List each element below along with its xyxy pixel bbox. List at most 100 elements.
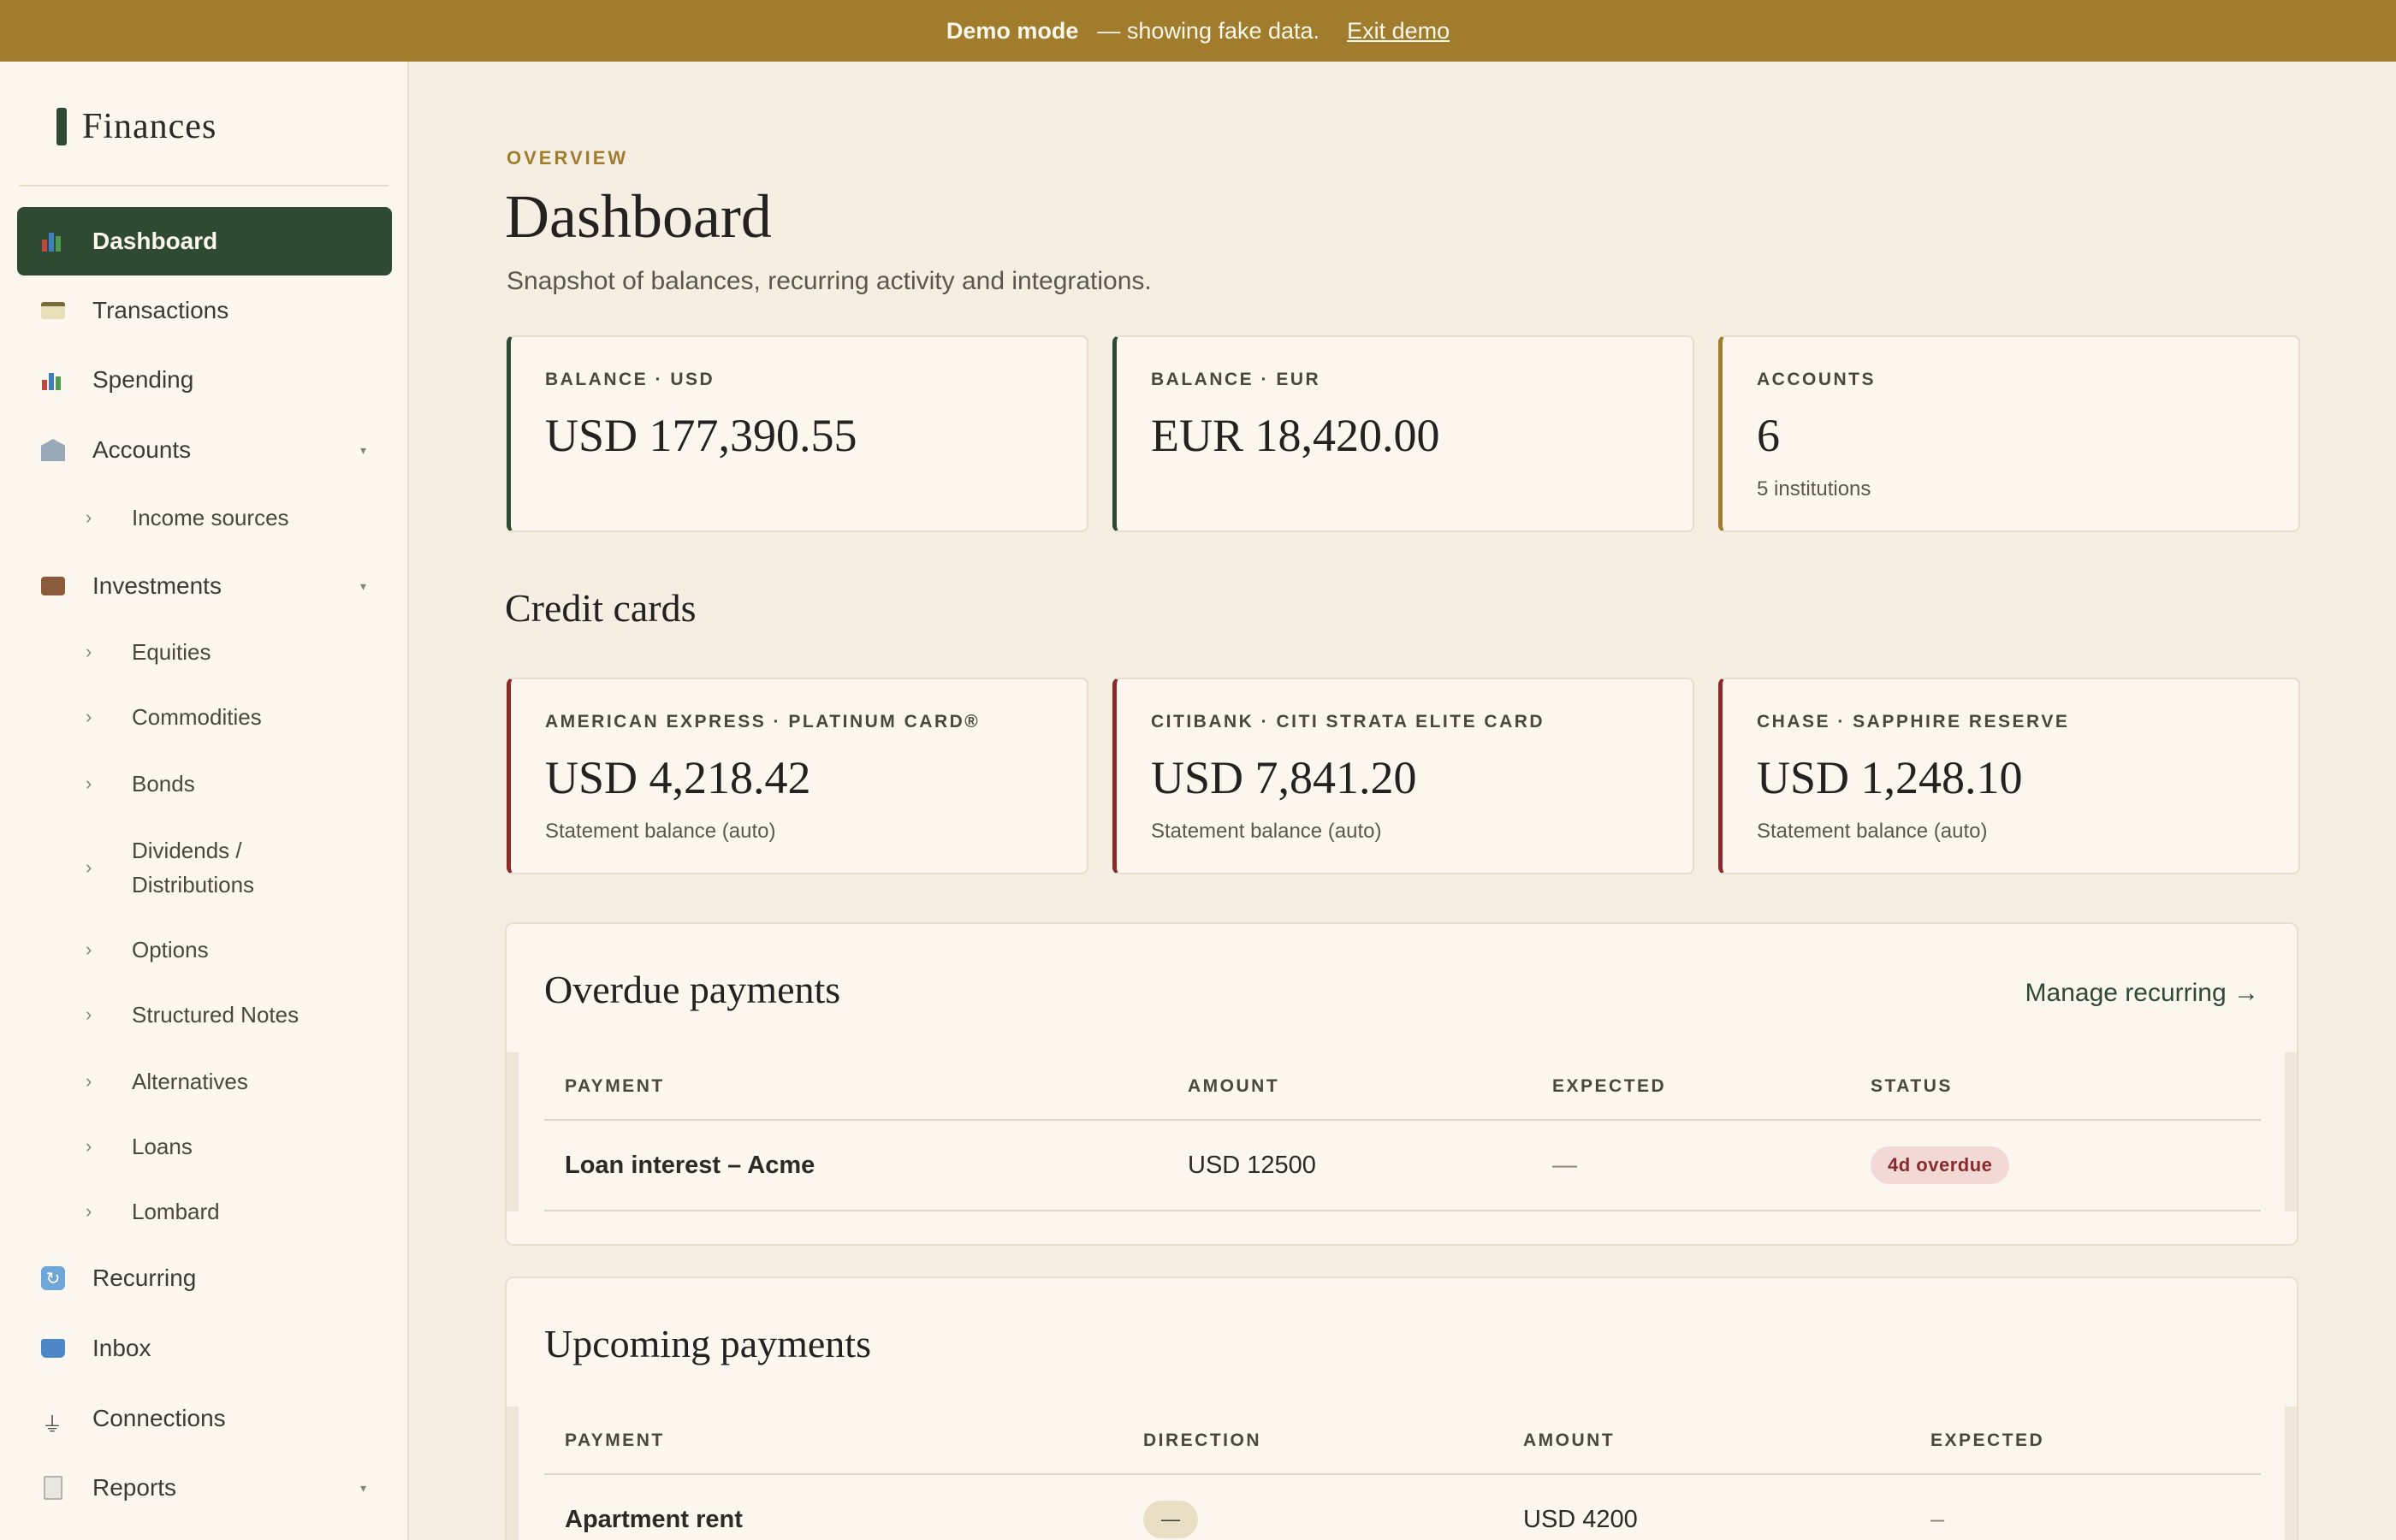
chevron-down-icon[interactable]: ▾ [360, 443, 366, 458]
balance-eur-card: BALANCE · EUR EUR 18,420.00 [1112, 335, 1694, 532]
page-title: Dashboard [505, 182, 772, 251]
sidebar-subitem-options[interactable]: › Options [86, 926, 385, 974]
table-row[interactable]: Loan interest – Acme USD 12500 — 4d over… [544, 1121, 2261, 1211]
sidebar-subitem-label: Loans [132, 1133, 193, 1159]
chevron-right-icon: › [86, 641, 92, 662]
column-header-amount[interactable]: AMOUNT [1188, 1076, 1279, 1097]
manage-recurring-link[interactable]: Manage recurring → [2025, 979, 2259, 1008]
card-value: USD 4,218.42 [545, 752, 811, 803]
demo-mode-message: — showing fake data. [1097, 17, 1320, 44]
sidebar-item-investments[interactable]: Investments ▾ [17, 552, 392, 620]
column-header-amount[interactable]: AMOUNT [1523, 1430, 1615, 1451]
sidebar-item-reports[interactable]: Reports ▾ [17, 1454, 392, 1522]
brand[interactable]: Finances [56, 106, 216, 147]
sidebar-item-label: Transactions [92, 297, 229, 323]
payment-expected: – [1930, 1506, 1945, 1533]
status-badge: 4d overdue [1871, 1146, 2010, 1184]
chevron-down-icon[interactable]: ▾ [360, 579, 366, 594]
sidebar-item-spending[interactable]: Spending [17, 346, 392, 414]
sidebar-item-connections[interactable]: ⏚ Connections [17, 1384, 392, 1453]
sidebar-subitem-dividends[interactable]: › Dividends / Distributions [86, 832, 308, 903]
sidebar-item-label: Recurring [92, 1265, 197, 1291]
sidebar-subitem-structured-notes[interactable]: › Structured Notes [86, 991, 385, 1039]
card-label: CITIBANK · CITI STRATA ELITE CARD [1151, 712, 1545, 732]
brand-mark-icon [56, 108, 67, 145]
chart-icon [39, 366, 67, 394]
cycle-icon: ↻ [39, 1265, 67, 1292]
chevron-right-icon: › [86, 1200, 92, 1222]
card-value: USD 177,390.55 [545, 410, 857, 461]
chevron-right-icon: › [86, 773, 92, 794]
column-header-expected[interactable]: EXPECTED [1930, 1430, 2044, 1451]
card-value: USD 1,248.10 [1757, 752, 2023, 803]
sidebar-item-inbox[interactable]: Inbox [17, 1314, 392, 1383]
chevron-right-icon: › [86, 706, 92, 727]
sidebar-item-dashboard[interactable]: Dashboard [17, 207, 392, 275]
chevron-right-icon: › [86, 1135, 92, 1157]
credit-card-amex: AMERICAN EXPRESS · PLATINUM CARD® USD 4,… [507, 678, 1088, 874]
column-header-payment[interactable]: PAYMENT [565, 1076, 665, 1097]
payment-name: Loan interest – Acme [565, 1152, 815, 1179]
column-header-payment[interactable]: PAYMENT [565, 1430, 665, 1451]
payment-amount: USD 4200 [1523, 1506, 1638, 1533]
sidebar-subitem-equities[interactable]: › Equities [86, 628, 385, 676]
upcoming-payments-title: Upcoming payments [544, 1322, 871, 1365]
card-value: 6 [1757, 410, 1780, 461]
page-eyebrow: OVERVIEW [507, 147, 629, 169]
credit-card-chase: CHASE · SAPPHIRE RESERVE USD 1,248.10 St… [1718, 678, 2300, 874]
sidebar-subitem-label: Income sources [132, 504, 289, 530]
card-label: AMERICAN EXPRESS · PLATINUM CARD® [545, 712, 981, 732]
card-note: Statement balance (auto) [1151, 820, 1382, 843]
sidebar-subitem-label: Structured Notes [132, 1001, 300, 1028]
card-value: USD 7,841.20 [1151, 752, 1417, 803]
sidebar-divider [19, 185, 388, 187]
sidebar-item-accounts[interactable]: Accounts ▾ [17, 416, 392, 484]
column-header-status[interactable]: STATUS [1871, 1076, 1953, 1097]
accounts-card: ACCOUNTS 6 5 institutions [1718, 335, 2300, 532]
sidebar-item-label: Spending [92, 366, 194, 393]
demo-banner: Demo mode — showing fake data. Exit demo [0, 0, 2396, 62]
page-subtitle: Snapshot of balances, recurring activity… [507, 267, 1152, 295]
sidebar-subitem-income-sources[interactable]: › Income sources [86, 494, 385, 542]
card-label: ACCOUNTS [1757, 370, 1876, 389]
document-icon [39, 1474, 67, 1502]
column-header-expected[interactable]: EXPECTED [1552, 1076, 1666, 1097]
chevron-right-icon: › [86, 939, 92, 960]
table-scroll-shade [507, 1052, 519, 1211]
table-header: PAYMENT DIRECTION AMOUNT EXPECTED [544, 1407, 2261, 1475]
chevron-right-icon: › [86, 1070, 92, 1092]
table-scroll-shade [2285, 1407, 2297, 1540]
credit-cards-heading: Credit cards [505, 586, 697, 630]
sidebar-subitem-loans[interactable]: › Loans [86, 1122, 385, 1170]
overdue-payments-title: Overdue payments [544, 968, 841, 1011]
table-header: PAYMENT AMOUNT EXPECTED STATUS [544, 1052, 2261, 1121]
sidebar-subitem-lombard[interactable]: › Lombard [86, 1188, 385, 1235]
card-label: BALANCE · USD [545, 370, 715, 389]
sidebar-subitem-label: Commodities [132, 703, 262, 730]
sidebar-item-transactions[interactable]: Transactions [17, 276, 392, 345]
chart-icon [39, 228, 67, 255]
chevron-down-icon[interactable]: ▾ [360, 1481, 366, 1496]
sidebar-subitem-label: Options [132, 936, 209, 962]
demo-mode-label: Demo mode [946, 17, 1079, 44]
main-content: OVERVIEW Dashboard Snapshot of balances,… [409, 62, 2396, 1540]
sidebar: Finances Dashboard Transactions Spending… [0, 62, 409, 1540]
plug-icon: ⏚ [42, 1413, 62, 1436]
inbox-icon [39, 1335, 67, 1362]
column-header-direction[interactable]: DIRECTION [1143, 1430, 1261, 1451]
card-note: 5 institutions [1757, 477, 1871, 500]
overdue-payments-panel: Overdue payments Manage recurring → PAYM… [505, 922, 2298, 1246]
sidebar-item-recurring[interactable]: ↻ Recurring [17, 1244, 392, 1312]
brand-name: Finances [82, 107, 217, 146]
sidebar-subitem-alternatives[interactable]: › Alternatives [86, 1057, 385, 1105]
sidebar-subitem-label: Equities [132, 638, 211, 665]
chevron-right-icon: › [86, 856, 92, 878]
sidebar-subitem-bonds[interactable]: › Bonds [86, 760, 385, 808]
card-note: Statement balance (auto) [545, 820, 776, 843]
balance-usd-card: BALANCE · USD USD 177,390.55 [507, 335, 1088, 532]
table-row[interactable]: Apartment rent — USD 4200 – [544, 1475, 2261, 1540]
sidebar-item-label: Connections [92, 1405, 226, 1431]
exit-demo-link[interactable]: Exit demo [1347, 18, 1450, 44]
sidebar-subitem-commodities[interactable]: › Commodities [86, 693, 385, 741]
card-value: EUR 18,420.00 [1151, 410, 1440, 461]
